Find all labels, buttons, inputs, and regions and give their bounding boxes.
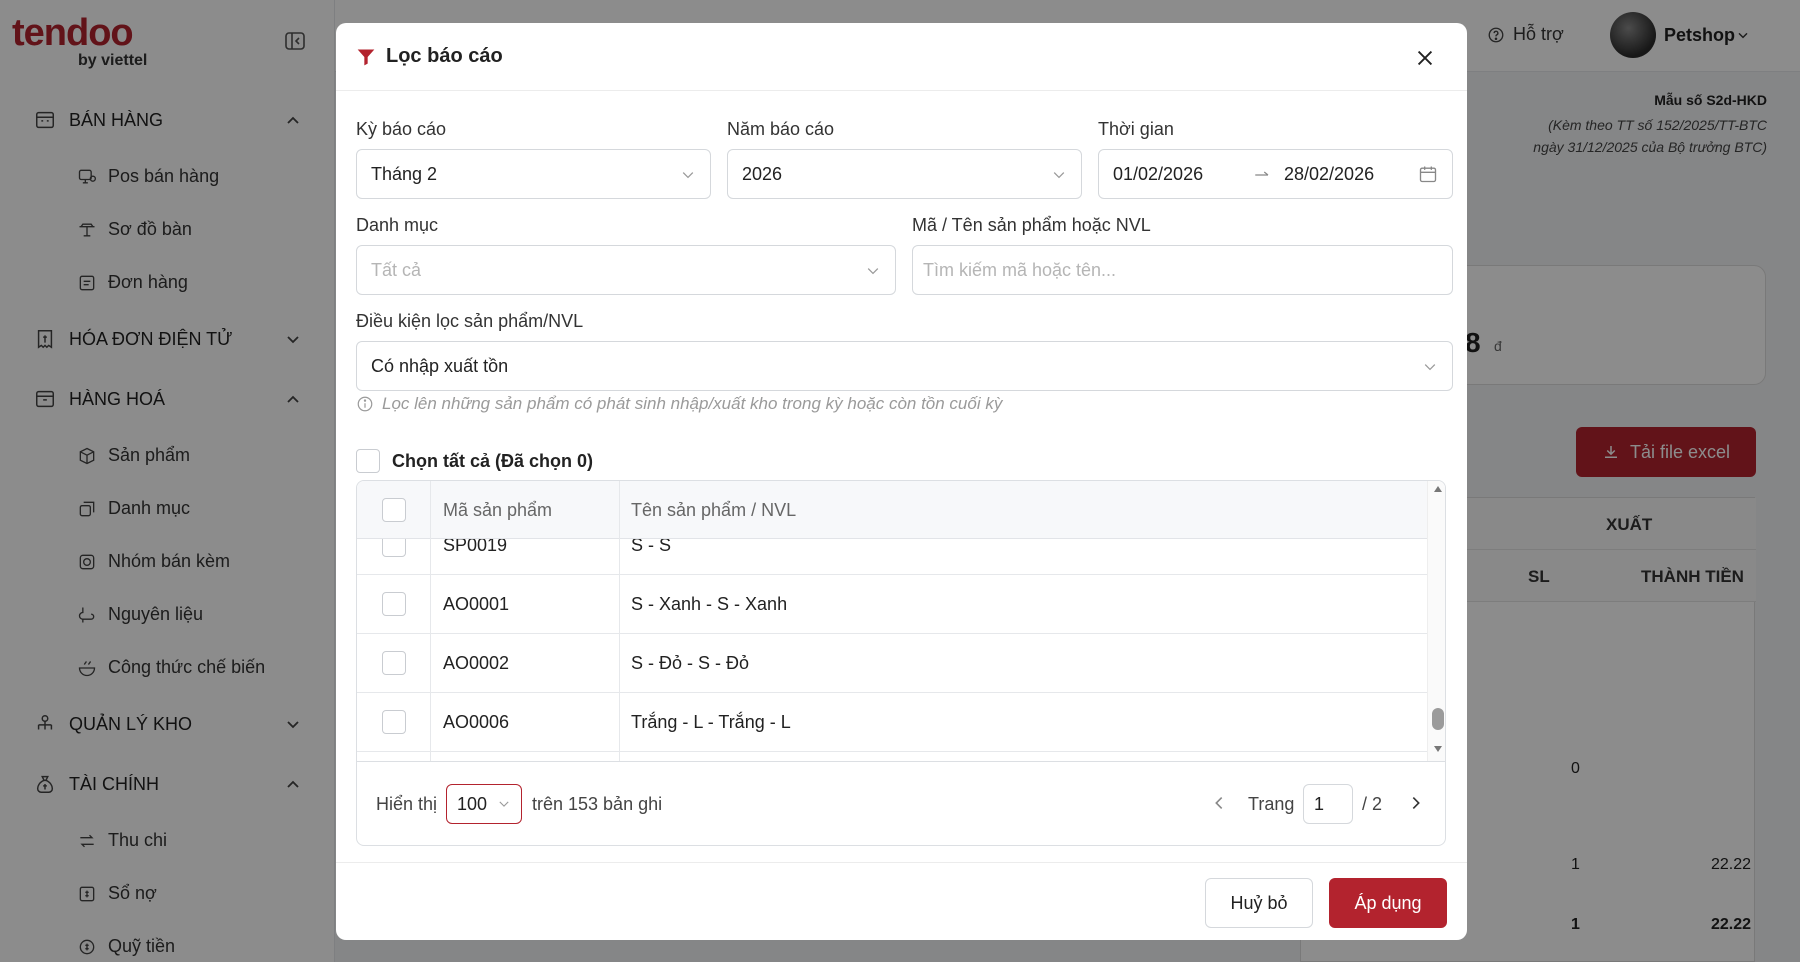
modal-title-text: Lọc báo cáo [386,45,503,67]
date-to[interactable]: 28/02/2026 [1284,164,1374,185]
chevron-down-icon [499,801,509,807]
select-all-label: Chọn tất cả (Đã chọn 0) [392,450,594,471]
arrow-right-icon [1255,171,1269,176]
scrollbar-thumb[interactable] [1432,708,1444,730]
danh-muc-placeholder: Tất cả [371,259,422,280]
filter-icon [357,49,375,65]
row-checkbox[interactable] [382,592,406,616]
dieu-kien-value: Có nhập xuất tồn [371,355,509,376]
filter-report-modal: Lọc báo cáo Kỳ báo cáo Tháng 2 Năm báo c… [336,23,1467,940]
scroll-down-icon[interactable] [1433,745,1443,753]
row-name: S - S [631,539,672,555]
select-all[interactable]: Chọn tất cả (Đã chọn 0) [356,449,593,473]
chevron-down-icon [1424,364,1436,371]
row-checkbox[interactable] [382,651,406,675]
column-header-code[interactable]: Mã sản phẩm [443,500,552,521]
ky-bao-cao-label: Kỳ báo cáo [356,119,447,139]
product-search-input[interactable]: Tìm kiếm mã hoặc tên... [912,245,1453,295]
row-code: AO0001 [443,594,510,614]
apply-button[interactable]: Áp dụng [1329,878,1447,928]
product-search-placeholder: Tìm kiếm mã hoặc tên... [923,259,1117,280]
nam-bao-cao-value: 2026 [742,163,783,184]
date-from[interactable]: 01/02/2026 [1113,164,1203,185]
chevron-right-icon[interactable] [1407,794,1425,812]
table-scrollbar[interactable] [1427,481,1445,761]
row-name: S - Đỏ - S - Đỏ [631,653,750,673]
chevron-down-icon [1053,172,1065,179]
total-records: trên 153 bản ghi [532,794,663,814]
page-size-value: 100 [457,793,488,814]
cancel-button[interactable]: Huỷ bỏ [1205,878,1313,928]
header-checkbox[interactable] [382,498,406,522]
page-label: Trang [1248,794,1295,814]
table-row[interactable]: SP0019 S - S [357,539,1427,575]
row-code: AO0006 [443,712,510,732]
page-number-input[interactable]: 1 [1303,784,1353,824]
row-code: SP0019 [443,539,508,555]
table-body: SP0019 S - S AO0001 S - Xanh - S - Xanh … [357,539,1427,761]
column-header-name[interactable]: Tên sản phẩm / NVL [631,500,796,521]
table-row[interactable]: AO0001 S - Xanh - S - Xanh [357,575,1427,634]
ky-bao-cao-select[interactable]: Tháng 2 [356,149,711,199]
page-number-value: 1 [1314,793,1325,814]
row-code: AO0002 [443,653,510,673]
page-size-select[interactable]: 100 [446,784,522,824]
nam-bao-cao-select[interactable]: 2026 [727,149,1082,199]
product-table: Mã sản phẩm Tên sản phẩm / NVL SP0019 S … [356,480,1446,846]
ma-ten-label: Mã / Tên sản phẩm hoặc NVL [912,215,1151,235]
filter-hint: Lọc lên những sản phẩm có phát sinh nhập… [356,394,1002,414]
chevron-down-icon [682,172,694,179]
dieu-kien-select[interactable]: Có nhập xuất tồn [356,341,1453,391]
nam-bao-cao-label: Năm báo cáo [727,119,835,139]
filter-hint-text: Lọc lên những sản phẩm có phát sinh nhập… [382,394,1003,413]
table-row[interactable]: AO0006 Trắng - L - Trắng - L [357,693,1427,752]
scroll-up-icon[interactable] [1433,485,1443,493]
table-row[interactable]: AO0002 S - Đỏ - S - Đỏ [357,634,1427,693]
modal-title: Lọc báo cáo [356,45,503,68]
date-range-picker[interactable]: 01/02/2026 28/02/2026 [1098,149,1453,199]
danh-muc-select[interactable]: Tất cả [356,245,896,295]
modal-header: Lọc báo cáo [336,23,1467,91]
page-total: / 2 [1362,794,1383,814]
calendar-icon[interactable] [1418,164,1438,184]
chevron-down-icon [867,268,879,275]
danh-muc-label: Danh mục [356,215,439,235]
ky-bao-cao-value: Tháng 2 [371,163,438,184]
dieu-kien-label: Điều kiện lọc sản phẩm/NVL [356,311,584,331]
modal-footer: Huỷ bỏ Áp dụng [336,862,1467,940]
thoi-gian-label: Thời gian [1098,119,1174,139]
row-name: S - Xanh - S - Xanh [631,594,788,614]
table-pagination: Hiển thị 100 trên 153 bản ghi Trang 1 / … [357,761,1445,845]
table-header-row: Mã sản phẩm Tên sản phẩm / NVL [357,481,1427,539]
row-checkbox[interactable] [382,539,406,557]
info-circle-icon [357,396,373,412]
row-name: Trắng - L - Trắng - L [631,712,791,732]
page-size-label: Hiển thị [376,794,438,814]
row-checkbox[interactable] [382,710,406,734]
close-icon[interactable] [1414,47,1436,69]
select-all-checkbox[interactable] [356,449,380,473]
chevron-left-icon[interactable] [1210,794,1228,812]
